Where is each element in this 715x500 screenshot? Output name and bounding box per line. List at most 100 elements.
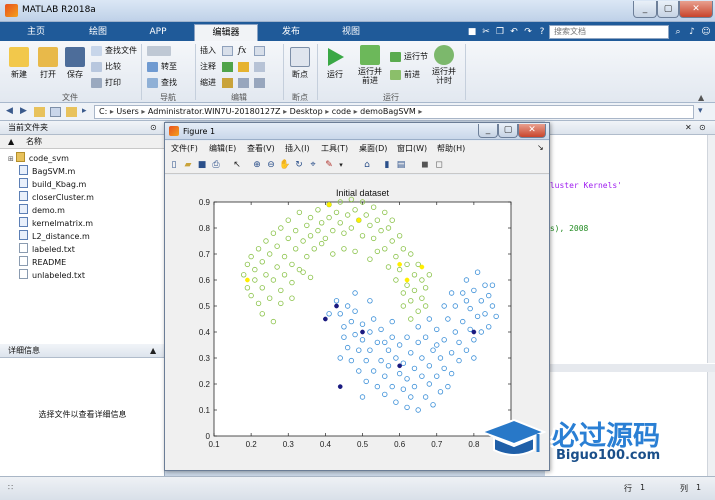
editor-close-icon[interactable]: ✕ [685,123,692,132]
new-figure-icon[interactable]: ▯ [168,159,180,171]
pan-icon[interactable]: ✋ [279,159,291,171]
run-and-advance-button[interactable]: 运行并 前进 [354,45,386,85]
tab-publish[interactable]: 发布 [264,24,318,41]
decrease-indent-icon[interactable] [254,78,265,88]
back-icon[interactable]: ◀ [6,106,13,116]
back-forward-button[interactable] [147,45,175,57]
minimize-button[interactable]: _ [633,1,657,18]
close-button[interactable]: ✕ [679,1,713,18]
run-section-button[interactable]: 运行节 [390,51,428,63]
file-item[interactable]: kernelmatrix.m [19,217,93,229]
comment-button[interactable]: 注释 [200,61,216,73]
user-icon[interactable]: ☺ [700,26,712,38]
run-button[interactable]: 运行 [322,47,348,80]
file-item[interactable]: L2_distance.m [19,230,90,242]
search-icon[interactable]: ⌕ [672,26,684,38]
save-button[interactable]: 保存 [64,47,86,80]
tab-apps[interactable]: APP [132,24,184,41]
uncomment-icon[interactable] [254,62,265,72]
file-item[interactable]: ⊞ code_svm [8,152,69,164]
section-icon[interactable] [254,46,265,56]
path-segment[interactable]: Administrator.WIN7U-20180127Z [148,107,281,116]
file-item[interactable]: labeled.txt [19,243,75,255]
editor-menu-icon[interactable]: ⊙ [699,123,706,132]
browse-folder-icon[interactable] [66,107,77,117]
breakpoints-button[interactable]: 断点 [286,47,314,80]
path-segment[interactable]: demoBagSVM [360,107,416,116]
increase-indent-icon[interactable] [238,78,249,88]
goto-button[interactable]: 转至 [147,61,177,73]
run-and-time-button[interactable]: 运行并 计时 [428,45,460,85]
insert-icon[interactable] [222,46,233,56]
print-button[interactable]: 打印 [91,77,121,89]
menu-insert[interactable]: 插入(I) [285,143,310,154]
smart-indent-icon[interactable] [222,78,233,88]
path-dropdown-icon[interactable]: ▾ [698,106,703,116]
help-icon[interactable]: ? [536,26,548,38]
path-segment[interactable]: Desktop [290,107,323,116]
file-item[interactable]: BagSVM.m [19,165,75,177]
comment-icon[interactable] [222,62,233,72]
file-item[interactable]: closerCluster.m [19,191,94,203]
maximize-button[interactable]: ▢ [657,1,679,18]
tab-view[interactable]: 视图 [324,24,378,41]
compare-button[interactable]: 比较 [91,61,121,73]
menu-view[interactable]: 查看(V) [247,143,275,154]
fx-button[interactable]: fx [238,45,246,57]
indent-button[interactable]: 缩进 [200,77,216,89]
panel-menu-icon[interactable]: ⊙ [150,123,157,132]
pointer-icon[interactable]: ↖ [231,159,243,171]
menu-help[interactable]: 帮助(H) [437,143,465,154]
tab-plots[interactable]: 绘图 [70,24,126,41]
menu-edit[interactable]: 编辑(E) [209,143,236,154]
show-plot-tools-icon[interactable]: ◻ [433,159,445,171]
find-files-button[interactable]: 查找文件 [91,45,137,57]
menu-tools[interactable]: 工具(T) [321,143,348,154]
colorbar-icon[interactable]: ▮ [381,159,393,171]
print-figure-icon[interactable]: ⎙ [210,159,222,171]
rotate-icon[interactable]: ↻ [293,159,305,171]
menu-window[interactable]: 窗口(W) [397,143,427,154]
current-path-field[interactable]: C: ▸ Users ▸ Administrator.WIN7U-2018012… [94,105,694,119]
figure-maximize-button[interactable]: ▢ [498,124,518,138]
browse-icon[interactable] [50,107,61,117]
path-segment[interactable]: code [332,107,351,116]
zoom-in-icon[interactable]: ⊕ [251,159,263,171]
tab-home[interactable]: 主页 [10,24,62,41]
details-expand-icon[interactable]: ▲ [150,346,156,355]
brush-icon[interactable]: ✎ [323,159,335,171]
redo-icon[interactable]: ↷ [522,26,534,38]
editor-scrollbar[interactable] [707,135,715,363]
figure-title-bar[interactable]: Figure 1 _ ▢ ✕ [165,123,549,140]
link-plot-icon[interactable]: ⌂ [361,159,373,171]
open-file-icon[interactable]: ▰ [182,159,194,171]
file-item[interactable]: README [19,256,66,268]
undo-icon[interactable]: ↶ [508,26,520,38]
file-item[interactable]: build_Kbag.m [19,178,86,190]
path-back-icon[interactable]: ▸ [82,106,87,116]
new-button[interactable]: 新建 [6,47,32,80]
legend-icon[interactable]: ▤ [395,159,407,171]
insert-button[interactable]: 插入 [200,45,216,57]
wrap-icon[interactable] [238,62,249,72]
search-docs-input[interactable]: 搜索文档 [549,25,669,39]
file-item[interactable]: unlabeled.txt [19,269,85,281]
menu-desktop[interactable]: 桌面(D) [359,143,387,154]
forward-icon[interactable]: ▶ [20,106,27,116]
find-button[interactable]: 查找 [147,77,177,89]
advance-button[interactable]: 前进 [390,69,420,81]
zoom-out-icon[interactable]: ⊖ [265,159,277,171]
file-item[interactable]: demo.m [19,204,65,216]
cut-icon[interactable]: ✂ [480,26,492,38]
open-button[interactable]: 打开 [34,47,62,80]
menu-file[interactable]: 文件(F) [171,143,198,154]
figure-close-button[interactable]: ✕ [518,124,546,138]
data-cursor-icon[interactable]: ⌖ [307,159,319,171]
save-icon[interactable]: ■ [466,26,478,38]
collapse-ribbon-icon[interactable]: ▲ [698,93,704,102]
save-figure-icon[interactable]: ■ [196,159,208,171]
folder-up-icon[interactable] [34,107,45,117]
menu-dock-icon[interactable]: ↘ [537,143,544,152]
brush-dropdown-icon[interactable]: ▾ [335,159,347,171]
figure-minimize-button[interactable]: _ [478,124,498,138]
